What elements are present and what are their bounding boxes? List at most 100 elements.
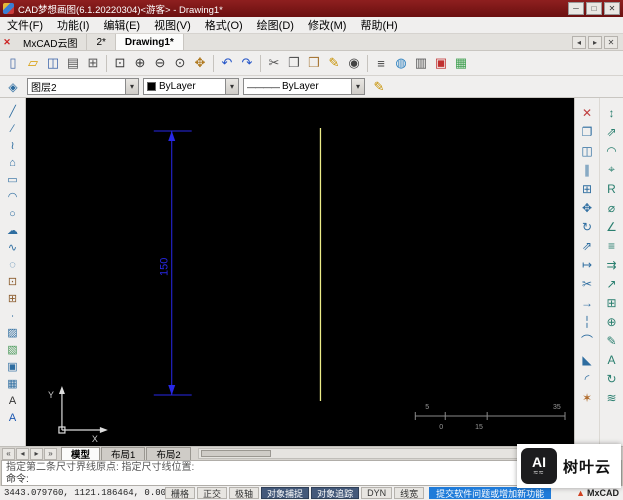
maximize-button[interactable]: □ bbox=[586, 2, 602, 15]
new-file-icon[interactable]: ▯ bbox=[3, 53, 23, 73]
chevron-down-icon[interactable]: ▾ bbox=[125, 79, 138, 94]
revcloud-icon[interactable]: ☁ bbox=[2, 222, 24, 239]
doc-tab[interactable]: MxCAD云图 bbox=[14, 34, 88, 50]
join-icon[interactable]: ⌒ bbox=[576, 331, 598, 350]
dim-arclength-icon[interactable]: ◠ bbox=[601, 141, 623, 160]
extend-icon[interactable]: → bbox=[576, 293, 598, 312]
tolerance-icon[interactable]: ⊞ bbox=[601, 293, 623, 312]
region-icon[interactable]: ▣ bbox=[2, 358, 24, 375]
zoom-out-icon[interactable]: ⊖ bbox=[150, 53, 170, 73]
dim-style-icon[interactable]: ≋ bbox=[601, 388, 623, 407]
status-toggle[interactable]: 对象追踪 bbox=[311, 487, 360, 499]
move-icon[interactable]: ✥ bbox=[576, 198, 598, 217]
status-toggle[interactable]: DYN bbox=[361, 487, 393, 499]
scale-icon[interactable]: ⇗ bbox=[576, 236, 598, 255]
mxcad-cloud-icon[interactable]: ▣ bbox=[431, 53, 451, 73]
tab-nav-button[interactable]: ◂ bbox=[572, 35, 586, 49]
chart-icon[interactable]: ▦ bbox=[451, 53, 471, 73]
properties-icon[interactable]: ≡ bbox=[371, 53, 391, 73]
status-toggle[interactable]: 线宽 bbox=[394, 487, 425, 499]
menu-item[interactable]: 帮助(H) bbox=[353, 17, 404, 33]
tab-close-icon[interactable]: ✕ bbox=[0, 37, 14, 48]
menu-item[interactable]: 视图(V) bbox=[147, 17, 198, 33]
drawing-canvas[interactable]: 150 5 35 0 15 Y X bbox=[26, 98, 574, 446]
layout-nav-button[interactable]: » bbox=[44, 447, 57, 460]
menu-item[interactable]: 功能(I) bbox=[50, 17, 96, 33]
chevron-down-icon[interactable]: ▾ bbox=[225, 79, 238, 94]
dim-aligned-icon[interactable]: ⇗ bbox=[601, 122, 623, 141]
dim-baseline-icon[interactable]: ≡ bbox=[601, 236, 623, 255]
tab-nav-button[interactable]: ▸ bbox=[588, 35, 602, 49]
print-preview-icon[interactable]: ⊞ bbox=[83, 53, 103, 73]
close-button[interactable]: ✕ bbox=[604, 2, 620, 15]
dim-ordinate-icon[interactable]: ⌖ bbox=[601, 160, 623, 179]
hatch-icon[interactable]: ▨ bbox=[2, 324, 24, 341]
dim-continue-icon[interactable]: ⇉ bbox=[601, 255, 623, 274]
break-icon[interactable]: ╎ bbox=[576, 312, 598, 331]
layout-tab[interactable]: 布局1 bbox=[101, 447, 146, 461]
cut-icon[interactable]: ✂ bbox=[264, 53, 284, 73]
spline-icon[interactable]: ∿ bbox=[2, 239, 24, 256]
layout-nav-button[interactable]: ◂ bbox=[16, 447, 29, 460]
zoom-window-icon[interactable]: ⊡ bbox=[110, 53, 130, 73]
trim-icon[interactable]: ✂ bbox=[576, 274, 598, 293]
mtext-icon[interactable]: A bbox=[2, 409, 24, 426]
dim-angular-icon[interactable]: ∠ bbox=[601, 217, 623, 236]
erase-icon[interactable]: ✕ bbox=[576, 103, 598, 122]
layout-tab[interactable]: 模型 bbox=[61, 447, 101, 461]
xline-icon[interactable]: ∕ bbox=[2, 120, 24, 137]
status-toggle[interactable]: 正交 bbox=[197, 487, 228, 499]
copy-icon[interactable]: ❐ bbox=[284, 53, 304, 73]
fillet-icon[interactable]: ◜ bbox=[576, 369, 598, 388]
create-block-icon[interactable]: ⊞ bbox=[2, 290, 24, 307]
chamfer-icon[interactable]: ◣ bbox=[576, 350, 598, 369]
table-icon[interactable]: ▦ bbox=[2, 375, 24, 392]
match-properties-icon[interactable]: ✎ bbox=[369, 77, 389, 97]
zoom-extents-icon[interactable]: ⊙ bbox=[170, 53, 190, 73]
text-icon[interactable]: A bbox=[2, 392, 24, 409]
doc-tab[interactable]: Drawing1* bbox=[115, 34, 184, 50]
pan-icon[interactable]: ✥ bbox=[190, 53, 210, 73]
copy-object-icon[interactable]: ❐ bbox=[576, 122, 598, 141]
print-icon[interactable]: ▤ bbox=[63, 53, 83, 73]
dim-update-icon[interactable]: ↻ bbox=[601, 369, 623, 388]
status-toggle[interactable]: 极轴 bbox=[229, 487, 260, 499]
chevron-down-icon[interactable]: ▾ bbox=[351, 79, 364, 94]
dim-radius-icon[interactable]: R bbox=[601, 179, 623, 198]
ellipse-icon[interactable]: ◌ bbox=[2, 256, 24, 273]
tab-nav-button[interactable]: ✕ bbox=[604, 35, 618, 49]
polyline-icon[interactable]: ≀ bbox=[2, 137, 24, 154]
status-toggle[interactable]: 对象捕捉 bbox=[261, 487, 310, 499]
open-folder-icon[interactable]: ▱ bbox=[23, 53, 43, 73]
circle-icon[interactable]: ○ bbox=[2, 205, 24, 222]
status-toggle[interactable]: 栅格 bbox=[165, 487, 196, 499]
insert-block-icon[interactable]: ⊡ bbox=[2, 273, 24, 290]
polygon-icon[interactable]: ⌂ bbox=[2, 154, 24, 171]
explode-icon[interactable]: ✶ bbox=[576, 388, 598, 407]
menu-item[interactable]: 修改(M) bbox=[301, 17, 354, 33]
zoom-in-icon[interactable]: ⊕ bbox=[130, 53, 150, 73]
menu-item[interactable]: 文件(F) bbox=[0, 17, 50, 33]
menu-item[interactable]: 格式(O) bbox=[198, 17, 250, 33]
menu-item[interactable]: 绘图(D) bbox=[250, 17, 301, 33]
offset-icon[interactable]: ∥ bbox=[576, 160, 598, 179]
rotate-icon[interactable]: ↻ bbox=[576, 217, 598, 236]
save-icon[interactable]: ◫ bbox=[43, 53, 63, 73]
rectangle-icon[interactable]: ▭ bbox=[2, 171, 24, 188]
web-icon[interactable]: ◍ bbox=[391, 53, 411, 73]
dim-text-edit-icon[interactable]: A bbox=[601, 350, 623, 369]
center-mark-icon[interactable]: ⊕ bbox=[601, 312, 623, 331]
arc-icon[interactable]: ◠ bbox=[2, 188, 24, 205]
stretch-icon[interactable]: ↦ bbox=[576, 255, 598, 274]
mirror-icon[interactable]: ◫ bbox=[576, 141, 598, 160]
menu-item[interactable]: 编辑(E) bbox=[96, 17, 147, 33]
minimize-button[interactable]: ─ bbox=[568, 2, 584, 15]
redo-icon[interactable]: ↷ bbox=[237, 53, 257, 73]
dim-linear-icon[interactable]: ↕ bbox=[601, 103, 623, 122]
layers-icon[interactable]: ◈ bbox=[3, 78, 23, 96]
dim-edit-icon[interactable]: ✎ bbox=[601, 331, 623, 350]
layout-nav-button[interactable]: « bbox=[2, 447, 15, 460]
undo-icon[interactable]: ↶ bbox=[217, 53, 237, 73]
feedback-button[interactable]: 提交软件问题或增加新功能 bbox=[429, 487, 552, 499]
doc-tab[interactable]: 2* bbox=[87, 34, 116, 50]
